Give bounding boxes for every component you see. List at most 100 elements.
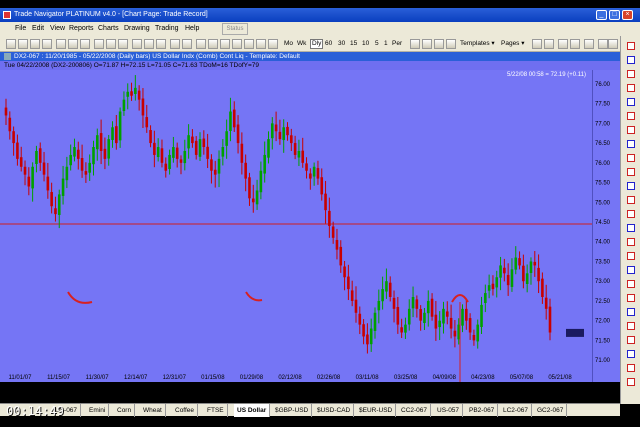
buy-tool-icon[interactable]: [627, 294, 635, 302]
period-custom[interactable]: Per: [392, 36, 402, 52]
period-60[interactable]: 60: [325, 36, 332, 52]
templates-dropdown[interactable]: Templates ▾: [460, 36, 495, 52]
period-15[interactable]: 15: [350, 36, 357, 52]
menu-view[interactable]: View: [50, 22, 65, 36]
period-monthly[interactable]: Mo: [284, 36, 293, 52]
arrow-left-icon[interactable]: [244, 39, 254, 49]
copy-icon[interactable]: [68, 39, 78, 49]
ray-tool-icon[interactable]: [627, 70, 635, 78]
menu-drawing[interactable]: Drawing: [124, 22, 150, 36]
alert-tool-icon[interactable]: [627, 350, 635, 358]
text-tool-icon[interactable]: [627, 140, 635, 148]
page-tab[interactable]: $USD-CAD: [314, 404, 355, 417]
menu-edit[interactable]: Edit: [32, 22, 44, 36]
maximize-button[interactable]: □: [609, 10, 620, 20]
fib-tool-icon[interactable]: [627, 112, 635, 120]
cut-icon[interactable]: [56, 39, 66, 49]
crosshair-icon[interactable]: [220, 39, 230, 49]
pitchfork-icon[interactable]: [627, 238, 635, 246]
undo-icon[interactable]: [627, 280, 635, 288]
page-add-icon[interactable]: [544, 39, 554, 49]
speed-line-icon[interactable]: [627, 224, 635, 232]
page-tab[interactable]: US Dollar: [234, 404, 271, 417]
close-button[interactable]: ×: [622, 10, 633, 20]
bar-chart-icon[interactable]: [106, 39, 116, 49]
study-icon[interactable]: [156, 39, 166, 49]
gann-tool-icon[interactable]: [627, 210, 635, 218]
trend-tool-icon[interactable]: [627, 84, 635, 92]
period-weekly[interactable]: Wk: [297, 36, 306, 52]
zoom-out-icon[interactable]: [208, 39, 218, 49]
pages-dropdown[interactable]: Pages ▾: [501, 36, 525, 52]
erase-icon[interactable]: [627, 266, 635, 274]
rect-tool-icon[interactable]: [627, 168, 635, 176]
page-tab[interactable]: Coffee: [172, 404, 199, 417]
order-icon[interactable]: [446, 39, 456, 49]
menu-trading[interactable]: Trading: [155, 22, 178, 36]
cycle-tool-icon[interactable]: [627, 196, 635, 204]
symbol-icon[interactable]: [132, 39, 142, 49]
candle-body: [191, 136, 194, 144]
magnifier-icon[interactable]: [232, 39, 242, 49]
chart-canvas[interactable]: 5/22/08 00:58 = 72.19 (+0.11) 11/01/07 11/…: [0, 70, 592, 382]
close-page-icon[interactable]: [608, 39, 618, 49]
page-tab[interactable]: $EUR-USD: [356, 404, 397, 417]
page-tab[interactable]: PB2-067: [466, 404, 499, 417]
period-daily[interactable]: Dly: [310, 39, 324, 49]
highlight-icon[interactable]: [170, 39, 180, 49]
page-tab[interactable]: Corn: [114, 404, 136, 417]
save-icon[interactable]: [30, 39, 40, 49]
open-icon[interactable]: [18, 39, 28, 49]
page-tab[interactable]: Wheat: [140, 404, 166, 417]
period-30[interactable]: 30: [338, 36, 345, 52]
print-icon[interactable]: [42, 39, 52, 49]
menu-help[interactable]: Help: [185, 22, 199, 36]
period-5[interactable]: 5: [375, 36, 379, 52]
page-tab[interactable]: $GBP-USD: [272, 404, 313, 417]
channel-tool-icon[interactable]: [627, 98, 635, 106]
line-tool-icon[interactable]: [627, 56, 635, 64]
bell-icon[interactable]: [434, 39, 444, 49]
ellipse-tool-icon[interactable]: [627, 182, 635, 190]
info-icon[interactable]: [584, 39, 594, 49]
page-tab[interactable]: GC2-067: [534, 404, 568, 417]
menu-charts[interactable]: Charts: [98, 22, 119, 36]
page-tab[interactable]: FTSE: [204, 404, 228, 417]
zoom-in-icon[interactable]: [196, 39, 206, 49]
delete-icon[interactable]: [627, 378, 635, 386]
stop-tool-icon[interactable]: [627, 322, 635, 330]
lock-icon[interactable]: [627, 364, 635, 372]
period-1[interactable]: 1: [384, 36, 388, 52]
page-tab[interactable]: CC2-067: [398, 404, 432, 417]
price-chart[interactable]: 5/22/08 00:58 = 72.19 (+0.11) 11/01/07 11/…: [0, 70, 592, 382]
limit-tool-icon[interactable]: [627, 336, 635, 344]
pointer-icon[interactable]: [627, 42, 635, 50]
new-icon[interactable]: [6, 39, 16, 49]
price-axis[interactable]: 76.00 77.50 77.00 76.50 76.00 75.50 75.00 74.50…: [592, 70, 620, 382]
candle-icon[interactable]: [118, 39, 128, 49]
candle-body: [8, 117, 12, 132]
chart-icon[interactable]: [94, 39, 104, 49]
marker-icon[interactable]: [627, 252, 635, 260]
page-tab[interactable]: LC2-067: [500, 404, 532, 417]
paste-icon[interactable]: [80, 39, 90, 49]
menu-file[interactable]: File: [15, 22, 26, 36]
minimize-page-icon[interactable]: [598, 39, 608, 49]
arrow-right-icon[interactable]: [256, 39, 266, 49]
page-icon[interactable]: [532, 39, 542, 49]
minimize-button[interactable]: _: [596, 10, 607, 20]
alert-icon[interactable]: [410, 39, 420, 49]
tile-icon[interactable]: [570, 39, 580, 49]
arc-tool-icon[interactable]: [627, 126, 635, 134]
menu-reports[interactable]: Reports: [69, 22, 94, 36]
gear-icon[interactable]: [422, 39, 432, 49]
period-10[interactable]: 10: [362, 36, 369, 52]
indicator-icon[interactable]: [182, 39, 192, 49]
page-tab[interactable]: Emini: [86, 404, 110, 417]
sell-tool-icon[interactable]: [627, 308, 635, 316]
calendar-icon[interactable]: [268, 39, 278, 49]
grid-icon[interactable]: [144, 39, 154, 49]
arrow-tool-icon[interactable]: [627, 154, 635, 162]
page-tab[interactable]: US-057: [434, 404, 464, 417]
layout-icon[interactable]: [558, 39, 568, 49]
